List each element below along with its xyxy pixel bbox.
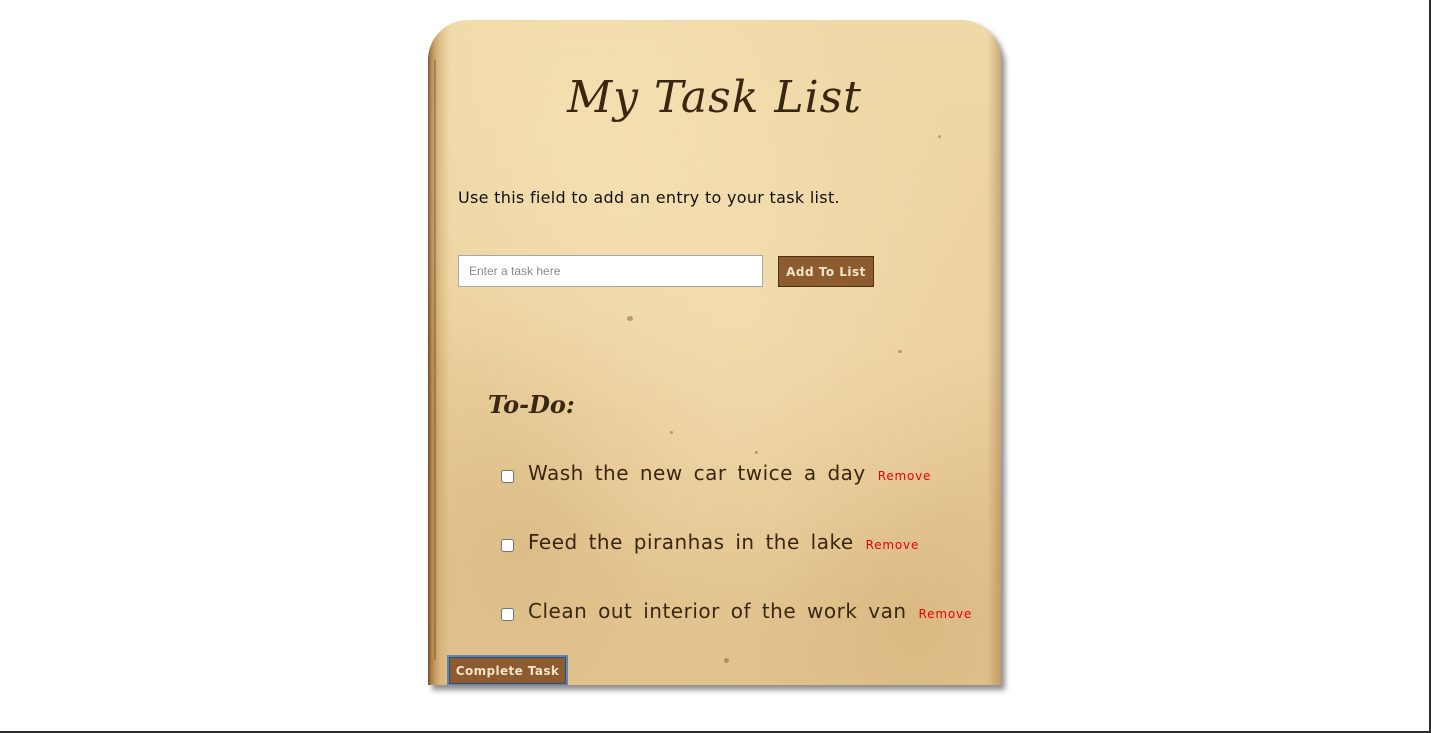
- task-item: Feed the piranhas in the lake Remove: [500, 526, 919, 558]
- task-checkbox[interactable]: [501, 607, 514, 621]
- remove-task-link[interactable]: Remove: [878, 469, 932, 483]
- paper-speck: [627, 316, 633, 321]
- task-item: Wash the new car twice a day Remove: [500, 457, 931, 489]
- task-label: Clean out interior of the work van: [528, 599, 907, 623]
- task-checkbox[interactable]: [501, 469, 514, 483]
- task-input[interactable]: [458, 255, 763, 287]
- instructions-text: Use this field to add an entry to your t…: [458, 188, 840, 207]
- paper-speck: [670, 431, 673, 434]
- page-title: My Task List: [567, 72, 862, 123]
- paper-speck: [724, 658, 729, 663]
- task-label: Wash the new car twice a day: [528, 461, 866, 485]
- task-item: Clean out interior of the work van Remov…: [500, 595, 972, 627]
- remove-task-link[interactable]: Remove: [866, 538, 920, 552]
- todo-heading: To-Do:: [488, 390, 575, 419]
- task-list-card: My Task List Use this field to add an en…: [428, 20, 1001, 685]
- task-label: Feed the piranhas in the lake: [528, 530, 854, 554]
- task-checkbox[interactable]: [501, 538, 514, 552]
- add-to-list-button[interactable]: Add To List: [778, 256, 874, 287]
- paper-speck: [898, 350, 902, 353]
- paper-speck: [938, 135, 941, 138]
- paper-binding: [434, 60, 436, 660]
- remove-task-link[interactable]: Remove: [919, 607, 973, 621]
- complete-task-button[interactable]: Complete Task: [447, 655, 568, 685]
- paper-speck: [755, 451, 758, 454]
